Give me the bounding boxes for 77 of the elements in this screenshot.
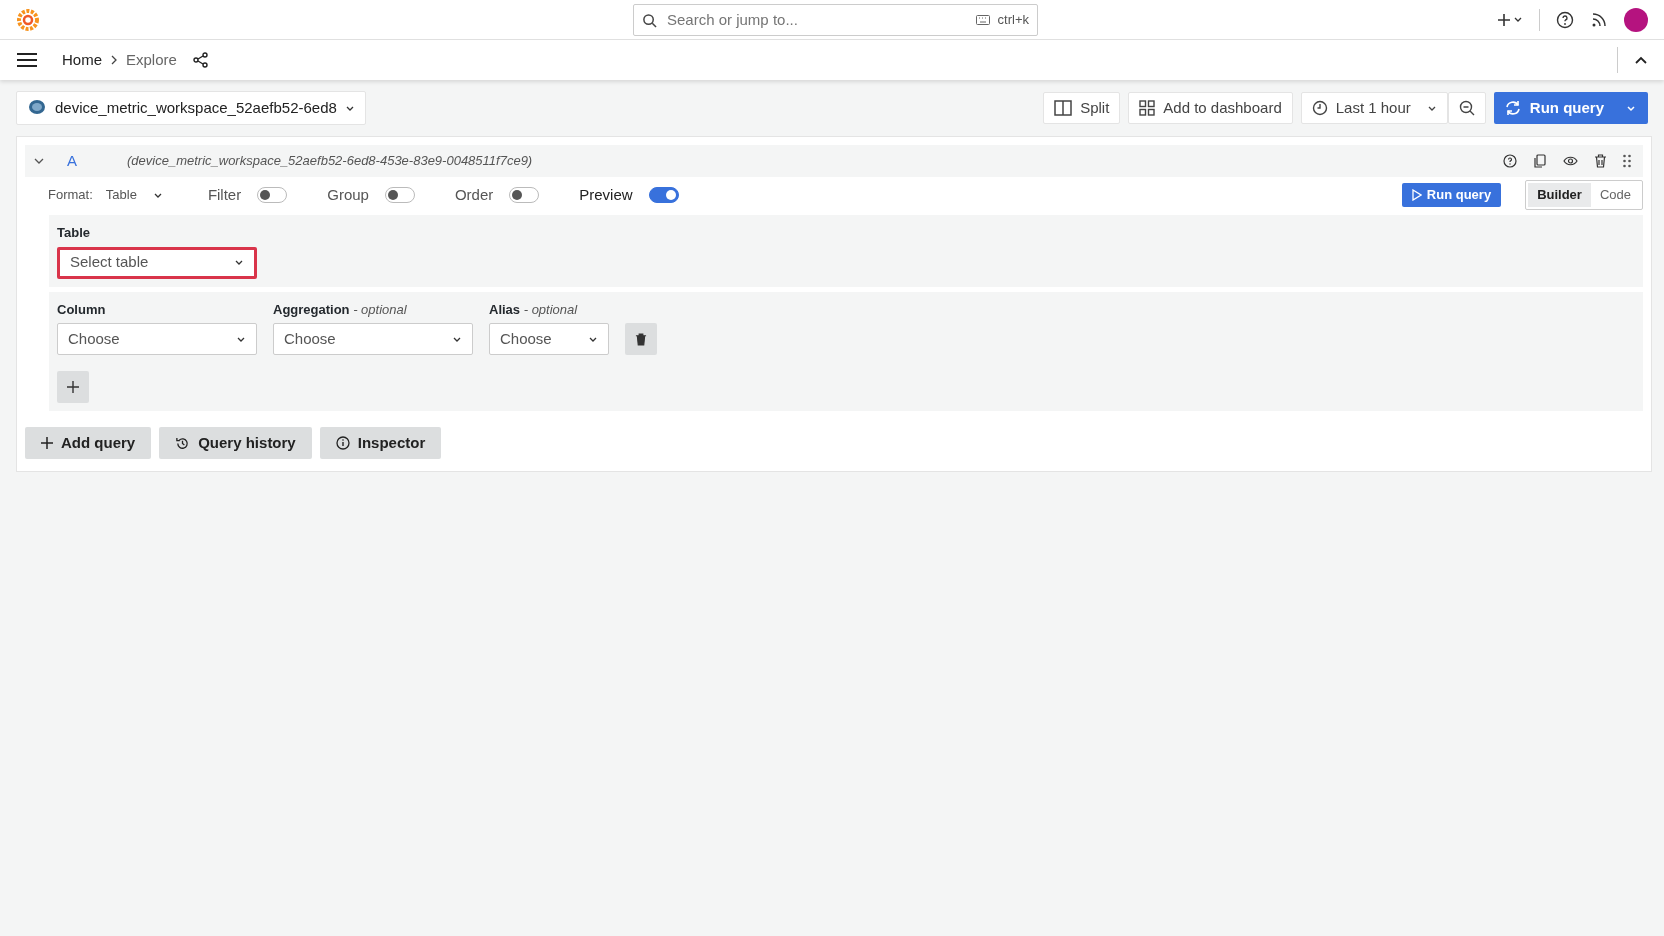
delete-button[interactable] [625,323,657,355]
add-query-button[interactable]: Add query [25,427,152,459]
toggle-label: Group [327,184,369,205]
app-logo-icon[interactable] [16,7,40,32]
breadcrumb-link[interactable]: Explore [126,48,177,72]
query-datasource-name: (device_metric_workspace_52aefb52-6ed8-453e-83e9-0048511f7ce9) [127,152,533,171]
shortcut-hint: ctrl+k [997,11,1029,30]
table-select[interactable]: Select table [57,246,257,279]
refresh-icon [1503,100,1522,116]
search-field[interactable]: Search or jump to... ctrl+k [633,4,1038,36]
table-label: Table [57,224,91,242]
drag-handle-icon[interactable] [1623,154,1631,168]
breadcrumb-separator-icon [110,55,118,65]
chevron-down-icon [588,335,598,343]
chevron-down-icon [234,259,244,266]
search-input[interactable]: Search or jump to... [665,7,968,33]
play-icon [1411,189,1422,201]
chevron-down-icon [452,335,462,343]
mode-tab[interactable]: Builder [1528,183,1591,207]
database-icon [27,99,47,117]
user-avatar[interactable] [1624,7,1648,32]
format-select[interactable]: Table [96,180,172,210]
zoom-out-icon [1458,100,1475,116]
field-label: Alias - optional [489,300,579,319]
keyboard-icon [975,15,990,25]
field-label: Aggregation - optional [273,300,408,319]
info-icon [335,436,350,450]
trash-icon [635,332,647,346]
choose-select[interactable]: Choose [57,323,257,355]
add-column-button[interactable] [57,371,89,403]
clock-icon [1311,100,1328,116]
chevron-down-icon [152,191,163,199]
search-icon [642,12,657,28]
help-icon[interactable] [1556,10,1574,29]
run-query-button[interactable]: Run query [1401,183,1502,207]
choose-select[interactable]: Choose [273,323,473,355]
query-history-button[interactable]: Query history [159,427,312,459]
chevron-down-icon [1426,104,1437,112]
help-icon[interactable] [1503,154,1517,168]
field-label: Column [57,300,107,319]
choose-select[interactable]: Choose [489,323,609,355]
query-letter[interactable]: A [61,149,111,173]
chevron-down-icon [344,104,355,112]
history-icon [175,435,191,451]
breadcrumb-link[interactable]: Home [62,48,102,72]
menu-icon[interactable] [16,52,38,68]
grid-icon [1139,100,1156,116]
toggle-switch[interactable] [384,187,415,203]
mode-tab[interactable]: Code [1590,183,1640,207]
add-to-dashboard-button[interactable]: Add to dashboard [1128,92,1293,124]
chevron-down-icon [1626,104,1636,112]
plus-chevron-icon [1498,12,1522,27]
plus-icon [67,381,79,393]
zoom-out-button[interactable] [1447,92,1486,124]
format-label: Format: [48,186,93,205]
new-menu-button[interactable] [1497,11,1523,28]
run-query-button[interactable]: Run query [1493,92,1614,124]
rss-icon[interactable] [1590,10,1608,29]
time-range-picker[interactable]: Last 1 hour [1300,92,1448,124]
split-view-icon [1054,100,1073,116]
trash-icon[interactable] [1594,154,1607,168]
datasource-picker[interactable]: device_metric_workspace_52aefb52-6ed8 [16,91,366,125]
chevron-icon[interactable] [33,157,45,165]
chevron-down-icon [236,335,246,343]
toggle-switch[interactable] [257,187,288,203]
eye-icon[interactable] [1563,155,1578,167]
toggle-switch[interactable] [648,187,679,203]
split-button[interactable]: Split [1043,92,1121,124]
toggle-label: Order [454,184,494,205]
toggle-label: Preview [579,184,633,205]
collapse-chevron-icon[interactable] [1634,55,1648,65]
copy-icon[interactable] [1533,154,1547,168]
share-icon[interactable] [192,52,209,68]
plus-icon [41,437,53,449]
inspector-button[interactable]: Inspector [319,427,442,459]
toggle-switch[interactable] [509,187,540,203]
toggle-label: Filter [207,184,242,205]
